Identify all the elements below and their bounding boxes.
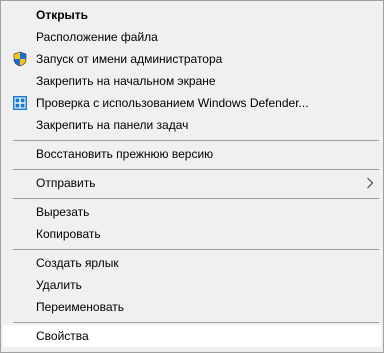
context-menu: Открыть Расположение файла Запуск от име… <box>0 0 384 353</box>
menu-item-rename[interactable]: Переименовать <box>3 296 381 318</box>
menu-separator <box>13 322 379 323</box>
menu-item-label: Свойства <box>36 329 89 343</box>
menu-item-label: Запуск от имени администратора <box>36 52 223 66</box>
windows-defender-icon <box>12 95 28 111</box>
menu-item-label: Проверка с использованием Windows Defend… <box>36 96 309 110</box>
menu-item-label: Закрепить на панели задач <box>36 118 189 132</box>
menu-item-label: Открыть <box>36 8 89 22</box>
menu-item-label: Восстановить прежнюю версию <box>36 147 214 161</box>
menu-item-create-shortcut[interactable]: Создать ярлык <box>3 252 381 274</box>
menu-item-label: Создать ярлык <box>36 256 119 270</box>
menu-item-pin-taskbar[interactable]: Закрепить на панели задач <box>3 114 381 136</box>
menu-separator <box>13 169 379 170</box>
menu-item-cut[interactable]: Вырезать <box>3 201 381 223</box>
menu-separator <box>13 249 379 250</box>
menu-item-delete[interactable]: Удалить <box>3 274 381 296</box>
menu-item-open[interactable]: Открыть <box>3 4 381 26</box>
menu-item-copy[interactable]: Копировать <box>3 223 381 245</box>
menu-item-defender-scan[interactable]: Проверка с использованием Windows Defend… <box>3 92 381 114</box>
menu-separator <box>13 140 379 141</box>
uac-shield-icon <box>12 51 28 67</box>
menu-item-label: Вырезать <box>36 205 90 219</box>
menu-item-restore-previous[interactable]: Восстановить прежнюю версию <box>3 143 381 165</box>
menu-item-label: Отправить <box>36 176 96 190</box>
menu-item-send-to[interactable]: Отправить <box>3 172 381 194</box>
menu-item-label: Удалить <box>36 278 82 292</box>
menu-item-file-location[interactable]: Расположение файла <box>3 26 381 48</box>
menu-item-label: Переименовать <box>36 300 124 314</box>
menu-separator <box>13 198 379 199</box>
menu-item-label: Расположение файла <box>36 30 158 44</box>
menu-item-properties[interactable]: Свойства <box>3 325 381 347</box>
menu-item-label: Закрепить на начальном экране <box>36 74 216 88</box>
menu-item-run-as-admin[interactable]: Запуск от имени администратора <box>3 48 381 70</box>
menu-item-pin-start[interactable]: Закрепить на начальном экране <box>3 70 381 92</box>
chevron-right-icon <box>366 177 374 189</box>
menu-item-label: Копировать <box>36 227 101 241</box>
